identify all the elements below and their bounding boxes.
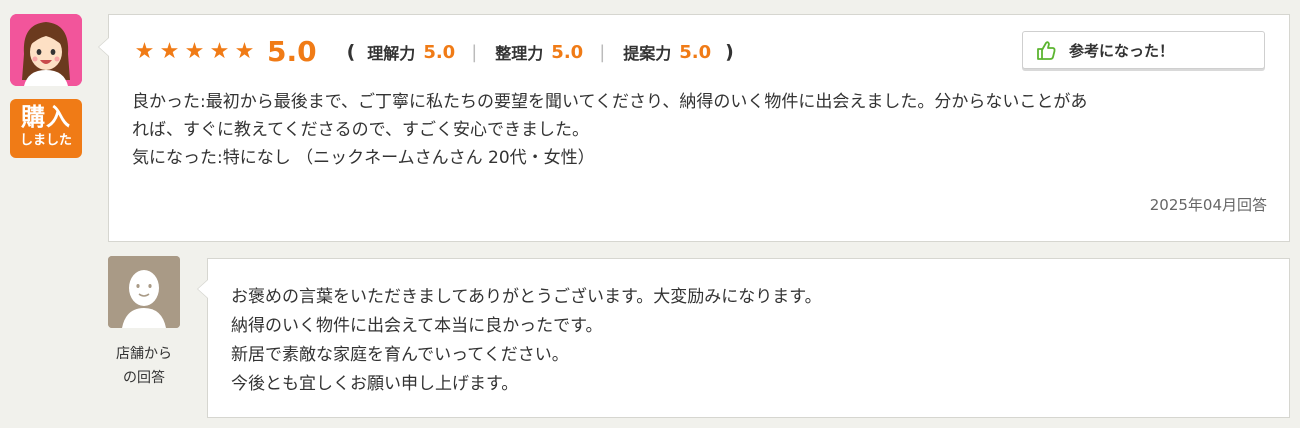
sub-rating-label: 整理力 [495, 44, 544, 63]
shop-staff-avatar-icon [108, 256, 180, 328]
sub-rating-value: 5.0 [551, 41, 584, 63]
review-line: 良かった:最初から最後まで、ご丁寧に私たちの要望を聞いてくださり、納得のいく物件… [132, 92, 1088, 112]
helpful-button[interactable]: 参考になった！ [1022, 31, 1265, 69]
reply-line: 新居で素敵な家庭を育んでいってください。 [231, 345, 569, 365]
paren-close: ) [725, 41, 734, 63]
star-icon: ★ [134, 39, 155, 64]
reply-text: お褒めの言葉をいただきましてありがとうございます。大変励みになります。 納得のい… [231, 283, 822, 399]
reply-line: 納得のいく物件に出会えて本当に良かったです。 [231, 316, 603, 336]
star-rating: ★ ★ ★ ★ ★ [132, 37, 257, 67]
sub-rating-organization: 整理力 5.0 [495, 40, 583, 64]
sub-rating-understanding: 理解力 5.0 [355, 40, 455, 64]
divider: | [599, 41, 606, 63]
divider: | [471, 41, 478, 63]
sub-rating-value: 5.0 [679, 41, 712, 63]
paren-open: ( [346, 41, 356, 63]
purchased-badge-sub: しました [19, 133, 72, 148]
purchased-badge-main: 購入 [21, 103, 71, 131]
thumbs-up-icon [1037, 41, 1056, 60]
review-line: れば、すぐに教えてくださるので、すごく安心できました。 [132, 120, 589, 140]
helpful-button-label: 参考になった！ [1069, 41, 1175, 60]
star-icon: ★ [209, 39, 230, 64]
star-icon: ★ [184, 39, 205, 64]
review-date: 2025年04月回答 [1149, 196, 1267, 214]
sub-rating-label: 理解力 [367, 44, 416, 63]
review-text: 良かった:最初から最後まで、ご丁寧に私たちの要望を聞いてくださり、納得のいく物件… [132, 88, 1272, 172]
reply-card: お褒めの言葉をいただきましてありがとうございます。大変励みになります。 納得のい… [197, 258, 1290, 418]
female-user-avatar-icon [10, 14, 82, 86]
review-card: ★ ★ ★ ★ ★ 5.0 ( 理解力 5.0 | 整理力 5.0 | 提案力 … [98, 14, 1290, 242]
reply-line: 今後とも宜しくお願い申し上げます。 [231, 374, 519, 394]
review-line: 気になった:特になし （ニックネームさんさん 20代・女性） [132, 148, 595, 168]
shop-reply-label-line: 店舗から [116, 346, 172, 362]
sub-rating-proposal: 提案力 5.0 [623, 40, 711, 64]
sub-rating-value: 5.0 [423, 41, 456, 63]
overall-score: 5.0 [267, 35, 317, 68]
sub-rating-label: 提案力 [623, 44, 672, 63]
shop-reply-label: 店舗から の回答 [100, 342, 188, 390]
shop-avatar [108, 256, 180, 328]
shop-reply-label-line: の回答 [123, 370, 165, 386]
star-icon: ★ [159, 39, 180, 64]
reply-line: お褒めの言葉をいただきましてありがとうございます。大変励みになります。 [231, 287, 822, 307]
purchased-badge: 購入 しました [10, 99, 82, 158]
star-icon: ★ [234, 39, 255, 64]
rating-row: ★ ★ ★ ★ ★ 5.0 ( 理解力 5.0 | 整理力 5.0 | 提案力 … [132, 35, 734, 69]
reviewer-avatar [10, 14, 82, 86]
